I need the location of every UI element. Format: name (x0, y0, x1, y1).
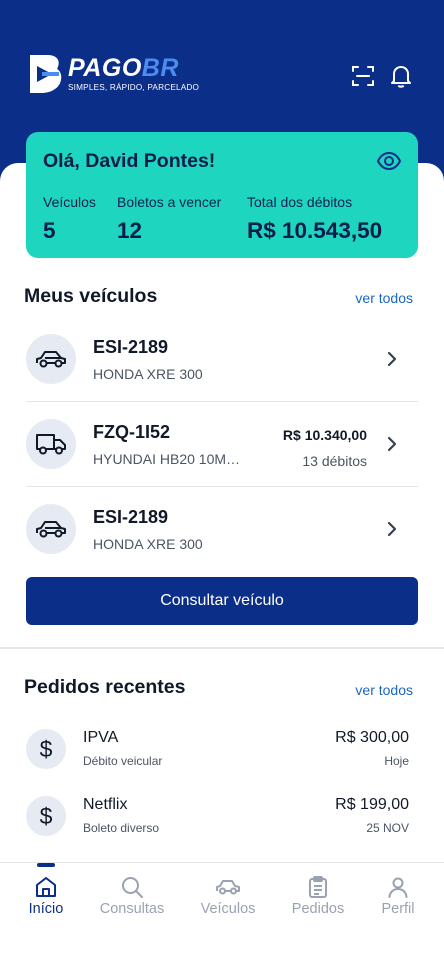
vehicle-row[interactable]: ESI-2189 HONDA XRE 300 (26, 487, 418, 572)
vehicle-avatar (26, 504, 76, 554)
vehicle-avatar (26, 334, 76, 384)
bills-stat-value: 12 (117, 218, 143, 243)
search-icon (122, 877, 143, 898)
greeting: Olá, David Pontes! (43, 150, 216, 172)
tab-inicio[interactable]: Início (2, 863, 90, 933)
tab-label: Veículos (200, 901, 256, 917)
scan-button[interactable] (349, 62, 377, 90)
order-name: Netflix (83, 796, 128, 813)
tab-consultas[interactable]: Consultas (88, 863, 176, 933)
tab-pedidos[interactable]: Pedidos (274, 863, 362, 933)
logo-wordmark: PAGOBR (68, 54, 179, 82)
tab-label: Início (28, 901, 64, 917)
logo-tagline: SIMPLES, RÁPIDO, PARCELADO (68, 83, 200, 92)
tab-label: Perfil (381, 901, 415, 917)
vehicle-plate: ESI-2189 (93, 337, 169, 357)
order-date: Hoje (384, 754, 409, 768)
car-icon (216, 880, 240, 895)
scan-icon (352, 66, 374, 86)
user-icon (388, 877, 408, 898)
pagobr-logo: PAGOBR SIMPLES, RÁPIDO, PARCELADO (26, 52, 199, 98)
order-row[interactable]: $ IPVA Débito veicular R$ 300,00 Hoje (26, 721, 418, 781)
vehicle-debt-count: 13 débitos (302, 453, 367, 469)
bottom-tab-bar: Início Consultas Veículos Pedidos Perfil (0, 862, 444, 960)
vehicle-model: HYUNDAI HB20 10M… (93, 451, 241, 467)
vehicles-section-title: Meus veículos (24, 285, 158, 307)
total-stat-label: Total dos débitos (247, 194, 353, 210)
chevron-right-icon (387, 351, 397, 367)
total-stat-value: R$ 10.543,50 (247, 218, 383, 243)
vehicles-stat-label: Veículos (43, 194, 96, 210)
tab-label: Consultas (99, 901, 165, 917)
chevron-right-icon (387, 436, 397, 452)
orders-see-all-link[interactable]: ver todos (355, 682, 413, 698)
vehicle-debt-amount: R$ 10.340,00 (282, 427, 367, 443)
truck-icon (36, 434, 66, 455)
car-icon (36, 351, 66, 368)
order-date: 25 NOV (366, 821, 409, 835)
vehicles-stat-value: 5 (43, 218, 56, 243)
order-type: Boleto diverso (83, 821, 160, 835)
consult-vehicle-button[interactable]: Consultar veículo (26, 577, 418, 625)
clipboard-icon (309, 876, 327, 898)
dollar-icon: $ (26, 796, 66, 836)
tab-perfil[interactable]: Perfil (354, 863, 442, 933)
orders-section-title: Pedidos recentes (24, 676, 186, 698)
logo-mark-icon (30, 55, 62, 93)
order-type: Débito veicular (83, 754, 163, 768)
tab-label: Pedidos (291, 901, 345, 917)
vehicle-model: HONDA XRE 300 (93, 536, 203, 552)
notifications-button[interactable] (387, 62, 415, 90)
car-icon (36, 521, 66, 538)
vehicle-plate: FZQ-1I52 (93, 422, 171, 442)
tab-veiculos[interactable]: Veículos (184, 863, 272, 933)
vehicle-plate: ESI-2189 (93, 507, 169, 527)
bills-stat-label: Boletos a vencer (117, 194, 222, 210)
summary-card: Olá, David Pontes! Veículos 5 Boletos a … (26, 132, 418, 258)
vehicle-model: HONDA XRE 300 (93, 366, 203, 382)
chevron-right-icon (387, 521, 397, 537)
order-name: IPVA (83, 729, 119, 746)
vehicle-row[interactable]: FZQ-1I52 HYUNDAI HB20 10M… R$ 10.340,00 … (26, 402, 418, 487)
vehicle-row[interactable]: ESI-2189 HONDA XRE 300 (26, 317, 418, 402)
bell-icon (391, 66, 411, 88)
section-separator (0, 647, 444, 649)
home-icon (36, 877, 56, 897)
eye-icon[interactable] (376, 148, 402, 174)
vehicle-avatar (26, 419, 76, 469)
order-price: R$ 300,00 (335, 729, 409, 746)
order-row[interactable]: $ Netflix Boleto diverso R$ 199,00 25 NO… (26, 788, 418, 848)
vehicles-see-all-link[interactable]: ver todos (355, 290, 413, 306)
dollar-icon: $ (26, 729, 66, 769)
order-price: R$ 199,00 (335, 796, 409, 813)
